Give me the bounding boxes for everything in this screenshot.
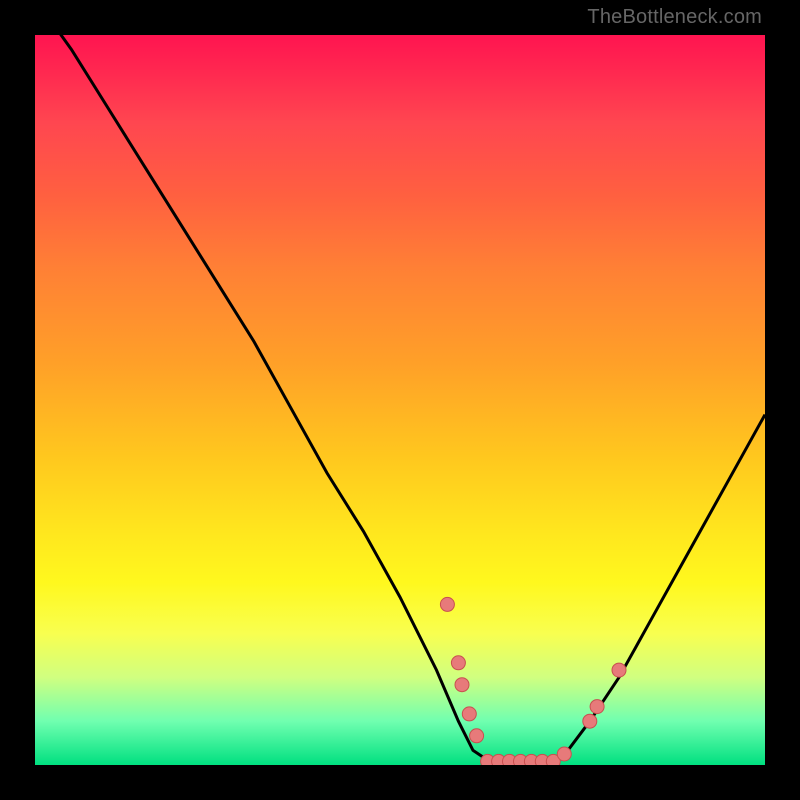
chart-plot-area (35, 35, 765, 765)
curve-marker (462, 707, 476, 721)
curve-marker (557, 747, 571, 761)
bottleneck-curve-line (35, 35, 765, 765)
curve-marker (455, 678, 469, 692)
curve-marker (590, 700, 604, 714)
curve-marker (451, 656, 465, 670)
attribution-text: TheBottleneck.com (587, 6, 762, 29)
curve-marker (440, 597, 454, 611)
chart-svg (35, 35, 765, 765)
curve-marker (612, 663, 626, 677)
curve-marker (583, 714, 597, 728)
curve-marker (470, 729, 484, 743)
